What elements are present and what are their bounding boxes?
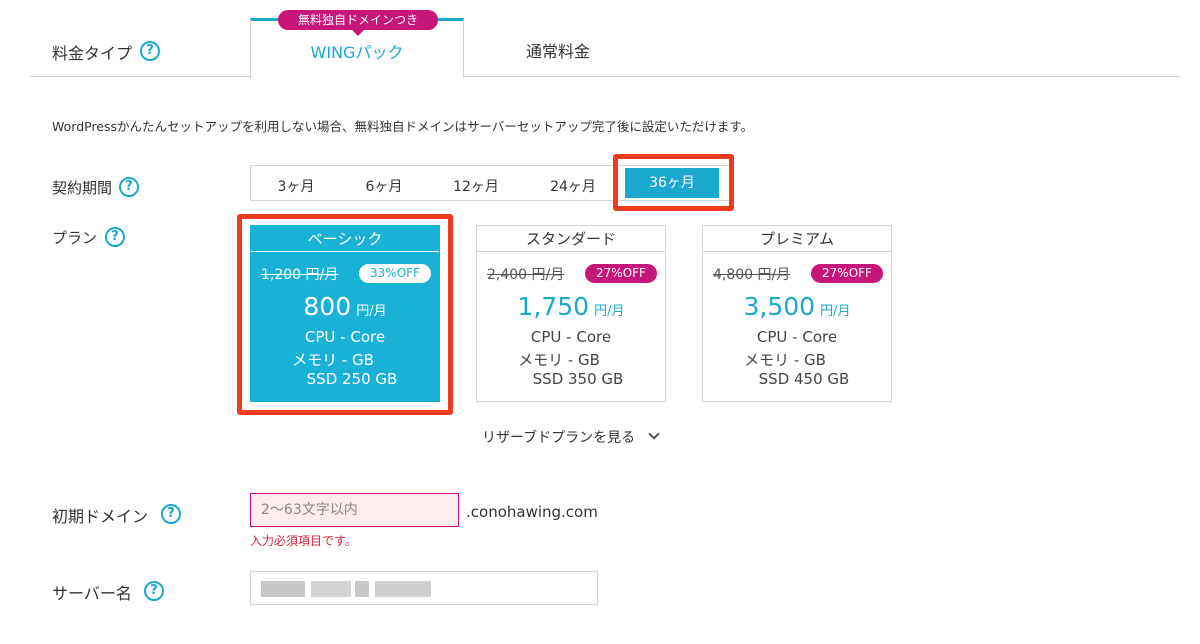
domain-suffix: .conohawing.com (466, 503, 598, 521)
free-domain-badge: 無料独自ドメインつき (278, 10, 438, 36)
server-name-help-icon[interactable]: ? (144, 581, 164, 601)
redacted-text (311, 581, 351, 597)
period-highlight-frame (613, 154, 734, 211)
period-option-6[interactable]: 6ヶ月 (349, 176, 419, 196)
redacted-text (375, 581, 431, 597)
plan-name: スタンダード (477, 226, 665, 252)
plan-price: 1,750 円/月 (477, 292, 665, 321)
contract-period-help-icon[interactable]: ? (119, 177, 139, 197)
plan-label: プラン (52, 229, 98, 247)
plan-old-price: 2,400 円/月 (487, 267, 565, 283)
plan-memory: メモリ - GB (744, 351, 826, 369)
plan-price-unit: 円/月 (594, 304, 625, 319)
plan-old-price: 4,800 円/月 (713, 267, 791, 283)
server-name-label: サーバー名 (52, 584, 132, 603)
initial-domain-label: 初期ドメイン (52, 507, 149, 526)
plan-card-premium[interactable]: プレミアム 4,800 円/月 27%OFF 3,500 円/月 CPU - C… (702, 225, 892, 402)
plan-name: プレミアム (703, 226, 891, 252)
setup-notice: WordPressかんたんセットアップを利用しない場合、無料独自ドメインはサーバ… (52, 119, 754, 134)
redacted-text (355, 581, 369, 597)
period-option-3[interactable]: 3ヶ月 (261, 176, 331, 196)
tab-wing-pack-label: WINGパック (310, 43, 404, 62)
initial-domain-help-icon[interactable]: ? (161, 504, 181, 524)
period-option-24[interactable]: 24ヶ月 (538, 176, 608, 196)
redacted-text (261, 581, 305, 597)
contract-period-label: 契約期間 (52, 179, 113, 197)
plan-price-value: 1,750 (517, 292, 590, 321)
pricing-type-help-icon[interactable]: ? (140, 41, 160, 61)
plan-price-value: 3,500 (743, 292, 816, 321)
chevron-down-icon[interactable] (648, 428, 660, 440)
tab-normal-price[interactable]: 通常料金 (468, 38, 648, 62)
discount-badge: 27%OFF (585, 264, 657, 283)
plan-ssd: SSD 450 GB (758, 370, 850, 388)
plan-price-unit: 円/月 (820, 304, 851, 319)
plan-highlight-frame (237, 214, 453, 415)
tab-divider (30, 76, 1180, 77)
plan-card-standard[interactable]: スタンダード 2,400 円/月 27%OFF 1,750 円/月 CPU - … (476, 225, 666, 402)
plan-cpu: CPU - Core (756, 328, 838, 346)
plan-help-icon[interactable]: ? (105, 227, 125, 247)
pricing-type-label: 料金タイプ (52, 44, 133, 63)
plan-cpu: CPU - Core (530, 328, 612, 346)
plan-memory: メモリ - GB (518, 351, 600, 369)
plan-price: 3,500 円/月 (703, 292, 891, 321)
reserved-plan-link[interactable]: リザーブドプランを見る (482, 427, 635, 447)
domain-error-message: 入力必須項目です。 (250, 534, 357, 548)
plan-ssd: SSD 350 GB (532, 370, 624, 388)
period-option-12[interactable]: 12ヶ月 (441, 176, 511, 196)
discount-badge: 27%OFF (811, 264, 883, 283)
server-name-input[interactable] (250, 571, 598, 605)
initial-domain-input[interactable] (250, 493, 459, 527)
